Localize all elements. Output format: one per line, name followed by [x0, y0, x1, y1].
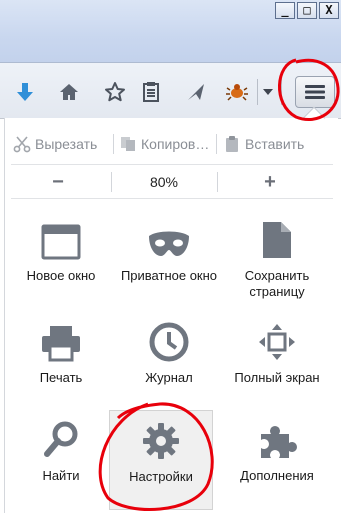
addons-puzzle-icon: [257, 414, 297, 460]
private-mask-icon: [147, 214, 191, 260]
paste-label: Вставить: [245, 136, 305, 152]
print-icon: [40, 316, 82, 362]
private-window-button[interactable]: Приватное окно: [115, 214, 223, 310]
settings-button[interactable]: Настройки: [109, 410, 213, 510]
tile-label: Новое окно: [26, 268, 96, 283]
window-titlebar: _ □ X: [0, 0, 341, 62]
hamburger-menu-icon[interactable]: [295, 76, 335, 108]
save-page-button[interactable]: Сохранить страницу: [223, 214, 331, 310]
tile-label: Приватное окно: [120, 268, 218, 283]
history-clock-icon: [149, 316, 189, 362]
zoom-out-button[interactable]: −: [5, 168, 111, 196]
tile-label: Дополнения: [240, 468, 314, 483]
clipboard-icon: [223, 135, 241, 153]
divider: [113, 134, 114, 154]
divider: [216, 134, 217, 154]
tile-label: Полный экран: [234, 370, 320, 385]
zoom-level[interactable]: 80%: [111, 168, 217, 196]
copy-label: Копиров…: [141, 136, 210, 152]
scissors-icon: [13, 135, 31, 153]
navigation-toolbar: [0, 62, 341, 119]
new-window-button[interactable]: Новое окно: [7, 214, 115, 310]
cut-button[interactable]: Вырезать: [13, 128, 97, 160]
reading-list-icon[interactable]: [136, 77, 166, 107]
tile-label: Настройки: [129, 469, 193, 484]
new-window-icon: [41, 214, 81, 260]
edit-controls: Вырезать Копиров… Вставить: [5, 128, 339, 160]
copy-icon: [119, 135, 137, 153]
find-button[interactable]: Найти: [7, 414, 115, 510]
fullscreen-icon: [257, 316, 297, 362]
divider: [11, 198, 333, 199]
settings-gear-icon: [141, 411, 181, 461]
zoom-in-button[interactable]: +: [217, 168, 323, 196]
tile-label: Найти: [42, 468, 80, 483]
toolbar-separator: [281, 79, 282, 105]
restore-button[interactable]: □: [297, 2, 317, 19]
save-page-icon: [261, 214, 293, 260]
send-icon[interactable]: [181, 77, 211, 107]
window-controls: _ □ X: [273, 2, 339, 19]
zoom-controls: − 80% +: [5, 168, 339, 196]
divider: [11, 164, 333, 165]
cut-label: Вырезать: [35, 136, 98, 152]
download-icon[interactable]: [10, 77, 40, 107]
copy-button[interactable]: Копиров…: [119, 128, 209, 160]
addons-button[interactable]: Дополнения: [223, 414, 331, 510]
print-button[interactable]: Печать: [7, 316, 115, 412]
home-icon[interactable]: [54, 77, 84, 107]
tile-label: Сохранить страницу: [244, 268, 310, 299]
bookmark-star-icon[interactable]: [100, 77, 130, 107]
dropdown-icon[interactable]: [258, 77, 278, 107]
tile-label: Журнал: [145, 370, 193, 385]
search-icon: [43, 414, 79, 460]
close-button[interactable]: X: [319, 2, 339, 19]
addon-bug-icon[interactable]: [222, 77, 252, 107]
paste-button[interactable]: Вставить: [223, 128, 304, 160]
fullscreen-button[interactable]: Полный экран: [223, 316, 331, 412]
main-menu-panel: Вырезать Копиров… Вставить − 80% + Новое…: [4, 118, 338, 513]
history-button[interactable]: Журнал: [115, 316, 223, 412]
tile-label: Печать: [39, 370, 83, 385]
minimize-button[interactable]: _: [275, 2, 295, 19]
